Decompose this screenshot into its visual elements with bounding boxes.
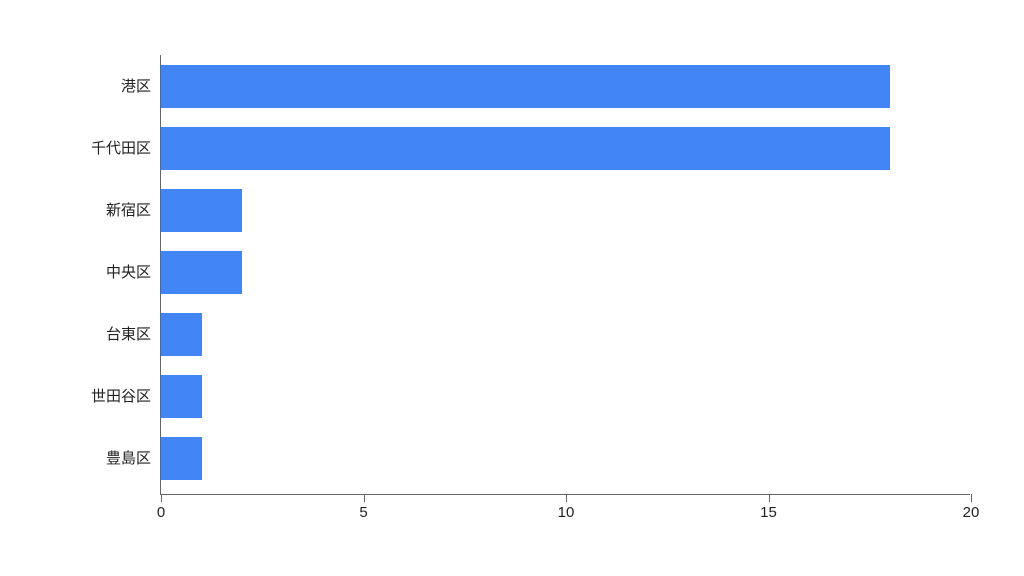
bar-row: 豊島区	[161, 437, 970, 480]
y-axis-label: 新宿区	[1, 189, 151, 232]
y-axis-label: 世田谷区	[1, 375, 151, 418]
y-axis-label: 台東区	[1, 313, 151, 356]
bars-container: 港区 千代田区 新宿区 中央区 台東区 世田谷区	[161, 55, 970, 494]
y-axis-label: 中央区	[1, 251, 151, 294]
y-axis-label: 港区	[1, 65, 151, 108]
x-tick: 5	[364, 494, 365, 502]
x-tick-label: 20	[963, 504, 980, 521]
bar-row: 世田谷区	[161, 375, 970, 418]
x-tick: 10	[566, 494, 567, 502]
bar-row: 新宿区	[161, 189, 970, 232]
bar-row: 台東区	[161, 313, 970, 356]
bar	[161, 313, 202, 356]
bar-chart: 港区 千代田区 新宿区 中央区 台東区 世田谷区	[0, 0, 1024, 576]
x-tick: 0	[161, 494, 162, 502]
x-tick: 20	[971, 494, 972, 502]
y-axis-label: 豊島区	[1, 437, 151, 480]
x-tick-label: 15	[760, 504, 777, 521]
bar	[161, 189, 242, 232]
x-tick: 15	[769, 494, 770, 502]
bar	[161, 127, 890, 170]
x-tick-label: 10	[558, 504, 575, 521]
bar-row: 中央区	[161, 251, 970, 294]
x-tick-label: 5	[359, 504, 367, 521]
x-tick-label: 0	[157, 504, 165, 521]
plot-area: 港区 千代田区 新宿区 中央区 台東区 世田谷区	[160, 55, 970, 495]
y-axis-label: 千代田区	[1, 127, 151, 170]
bar	[161, 65, 890, 108]
bar	[161, 437, 202, 480]
bar-row: 港区	[161, 65, 970, 108]
bar	[161, 375, 202, 418]
bar	[161, 251, 242, 294]
bar-row: 千代田区	[161, 127, 970, 170]
